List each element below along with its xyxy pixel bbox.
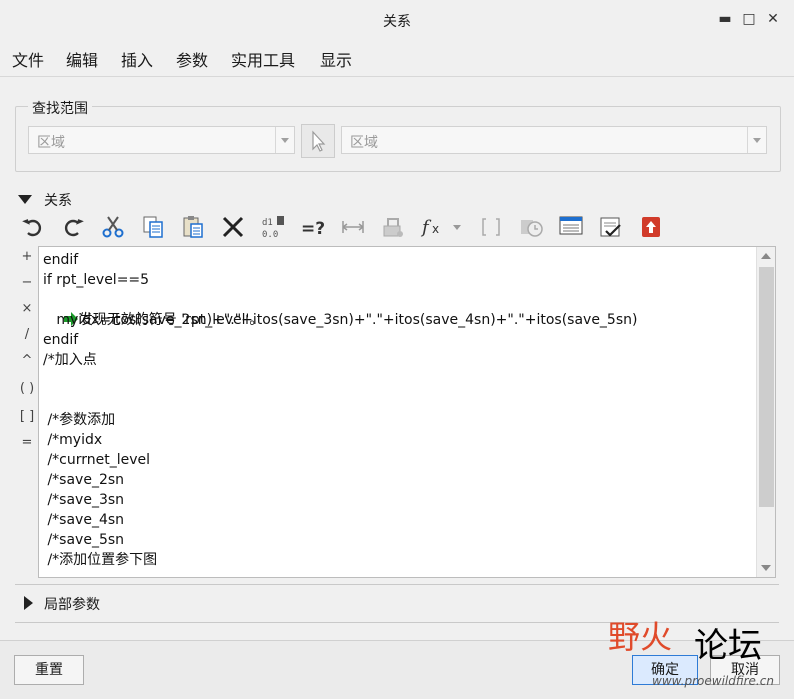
close-button[interactable]: ✕ <box>764 10 782 28</box>
dimension-icon[interactable] <box>340 214 366 240</box>
code-line: if rpt_level==5 <box>43 272 150 288</box>
cursor-arrow-icon <box>312 130 326 152</box>
op-plus-button[interactable]: + <box>18 248 36 266</box>
cut-icon[interactable] <box>100 214 126 240</box>
relations-editor[interactable]: endif if rpt_level==5 发现无效的符号 'rpt_level… <box>38 246 776 578</box>
code-line: endif <box>43 332 79 348</box>
function-dropdown[interactable] <box>450 214 464 240</box>
op-equals-button[interactable]: = <box>18 434 36 452</box>
scroll-up-arrow-icon[interactable] <box>761 253 771 259</box>
scroll-down-arrow-icon[interactable] <box>761 565 771 571</box>
svg-text:x: x <box>432 222 439 236</box>
svg-text:=?: =? <box>301 219 325 239</box>
menu-utilities[interactable]: 实用工具 <box>231 47 295 71</box>
undo-icon[interactable] <box>20 214 46 240</box>
number-format-icon[interactable]: d1 0.0 <box>260 214 286 240</box>
redo-icon[interactable] <box>60 214 86 240</box>
delete-icon[interactable] <box>220 214 246 240</box>
code-line: /*save_2sn <box>43 472 125 488</box>
op-brackets-button[interactable]: [ ] <box>18 408 36 426</box>
code-line: /*添加位置参下图 <box>43 552 158 568</box>
scope-combo-right[interactable]: 区域 <box>341 126 767 154</box>
minimize-button[interactable]: ▬ <box>716 10 734 28</box>
menu-edit[interactable]: 编辑 <box>66 47 98 71</box>
scope-combo-right-value: 区域 <box>350 135 378 151</box>
code-line: /*currnet_level <box>43 452 151 468</box>
bracket-icon[interactable] <box>478 214 504 240</box>
maximize-button[interactable]: □ <box>740 10 758 28</box>
code-line: /*参数添加 <box>43 412 116 428</box>
title-bar: 关系 ▬ □ ✕ <box>0 0 794 41</box>
svg-text:0.0: 0.0 <box>262 230 278 240</box>
op-multiply-button[interactable]: × <box>18 300 36 318</box>
menu-insert[interactable]: 插入 <box>121 47 153 71</box>
scope-combo-left-value: 区域 <box>37 135 65 151</box>
evaluate-icon[interactable]: =? <box>300 214 326 240</box>
copy-icon[interactable] <box>140 214 166 240</box>
menu-display[interactable]: 显示 <box>320 47 352 71</box>
window-title: 关系 <box>383 14 411 30</box>
cancel-button[interactable]: 取消 <box>710 655 780 685</box>
code-line: /*save_4sn <box>43 512 125 528</box>
editor-scrollbar[interactable] <box>756 247 775 577</box>
relations-section-label[interactable]: 关系 <box>44 190 72 210</box>
code-line: endif <box>43 252 79 268</box>
menu-bar: 文件 编辑 插入 参数 实用工具 显示 <box>0 40 794 77</box>
verify-icon[interactable] <box>598 214 624 240</box>
paste-icon[interactable] <box>180 214 206 240</box>
expand-triangle-icon[interactable] <box>18 195 32 204</box>
chevron-down-icon[interactable] <box>275 127 294 153</box>
chevron-down-icon[interactable] <box>747 127 766 153</box>
collapse-triangle-icon[interactable] <box>24 596 33 610</box>
op-power-button[interactable]: ^ <box>18 352 36 370</box>
op-minus-button[interactable]: − <box>18 274 36 292</box>
menu-file[interactable]: 文件 <box>12 47 44 71</box>
code-line: /*加入点 <box>43 352 97 368</box>
op-parentheses-button[interactable]: ( ) <box>18 380 36 398</box>
code-line: /*save_5sn <box>43 532 125 548</box>
export-icon[interactable] <box>638 214 664 240</box>
function-icon[interactable]: fx <box>420 214 446 240</box>
ok-button[interactable]: 确定 <box>632 655 698 685</box>
op-divide-button[interactable]: / <box>18 326 36 344</box>
code-line: /*save_3sn <box>43 492 125 508</box>
display-icon[interactable] <box>558 214 584 240</box>
find-scope-label: 查找范围 <box>28 98 92 118</box>
select-pointer-button[interactable] <box>301 124 335 158</box>
reset-button[interactable]: 重置 <box>14 655 84 685</box>
section-divider <box>15 622 779 623</box>
section-divider <box>15 584 779 585</box>
clamp-icon[interactable] <box>380 214 406 240</box>
svg-text:f: f <box>420 217 432 238</box>
svg-text:d1: d1 <box>262 218 273 228</box>
scrollbar-thumb[interactable] <box>759 267 774 507</box>
timer-icon[interactable] <box>518 214 544 240</box>
local-params-section-label[interactable]: 局部参数 <box>44 594 100 614</box>
code-line: myidx=itos(save_2sn)+"."+itos(save_3sn)+… <box>43 312 638 328</box>
menu-parameters[interactable]: 参数 <box>176 47 208 71</box>
scope-combo-left[interactable]: 区域 <box>28 126 295 154</box>
code-line: /*myidx <box>43 432 103 448</box>
